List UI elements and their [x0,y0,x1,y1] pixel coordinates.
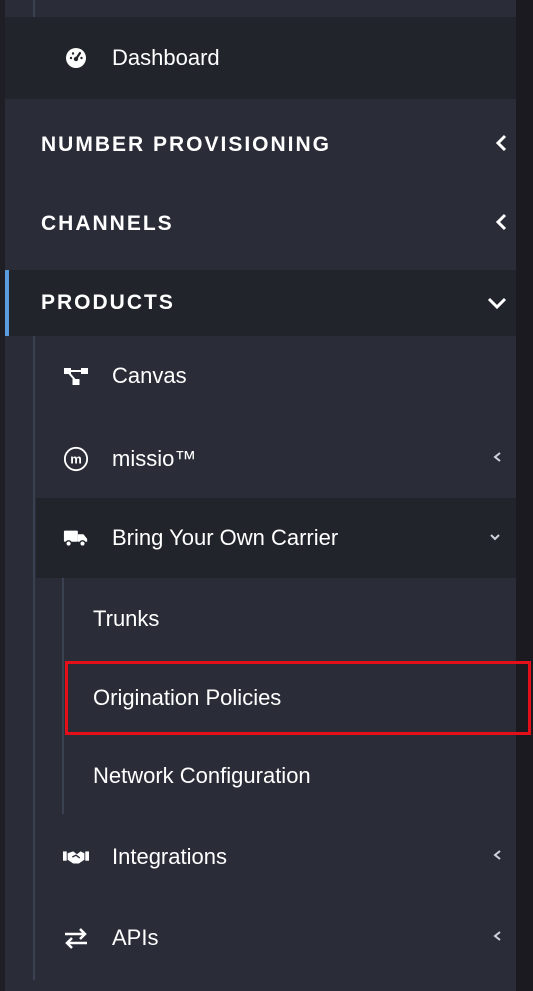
chevron-down-icon [486,292,508,314]
sidebar-item-label: missio™ [112,446,197,471]
canvas-icon [63,363,89,389]
section-label: NUMBER PROVISIONING [41,133,332,156]
chevron-down-icon [488,530,502,546]
sidebar-item-label: Integrations [112,844,227,869]
chevron-left-icon [494,133,508,157]
sidebar-section-number-provisioning[interactable]: NUMBER PROVISIONING [0,106,516,184]
chevron-left-icon [494,212,508,236]
chevron-left-icon [492,929,502,947]
chevron-left-icon [492,450,502,468]
dashboard-icon [63,45,89,71]
sidebar-item-label: APIs [112,925,159,950]
sidebar-item-canvas[interactable]: Canvas [0,338,516,414]
sidebar-subitem-network-configuration[interactable]: Network Configuration [0,738,516,814]
sidebar-item-integrations[interactable]: Integrations [0,818,516,896]
sidebar: Dashboard NUMBER PROVISIONING CHANNELS P… [0,0,516,991]
sidebar-section-products[interactable]: PRODUCTS [0,270,516,336]
svg-text:m: m [70,452,82,467]
truck-icon [63,525,89,551]
sidebar-subitem-label: Trunks [93,606,160,631]
window-edge [0,0,5,991]
sidebar-section-channels[interactable]: CHANNELS [0,185,516,263]
sidebar-item-label: Bring Your Own Carrier [112,525,339,550]
sidebar-subitem-label: Network Configuration [93,763,311,788]
section-label: PRODUCTS [41,291,175,314]
handshake-icon [63,844,89,870]
section-label: CHANNELS [41,212,174,235]
sidebar-item-label: Canvas [112,363,187,388]
content-edge [516,0,533,991]
exchange-arrows-icon [63,925,89,951]
missio-icon: m [63,446,89,472]
sidebar-item-missio[interactable]: m missio™ [0,420,516,498]
sidebar-subitem-trunks[interactable]: Trunks [0,580,516,658]
chevron-left-icon [492,848,502,866]
sidebar-item-byoc[interactable]: Bring Your Own Carrier [36,498,516,578]
products-active-bar [5,270,9,336]
sidebar-item-apis[interactable]: APIs [0,898,516,978]
sidebar-item-label: Dashboard [112,45,220,70]
sidebar-item-dashboard[interactable]: Dashboard [0,17,516,99]
highlight-box [65,661,531,735]
